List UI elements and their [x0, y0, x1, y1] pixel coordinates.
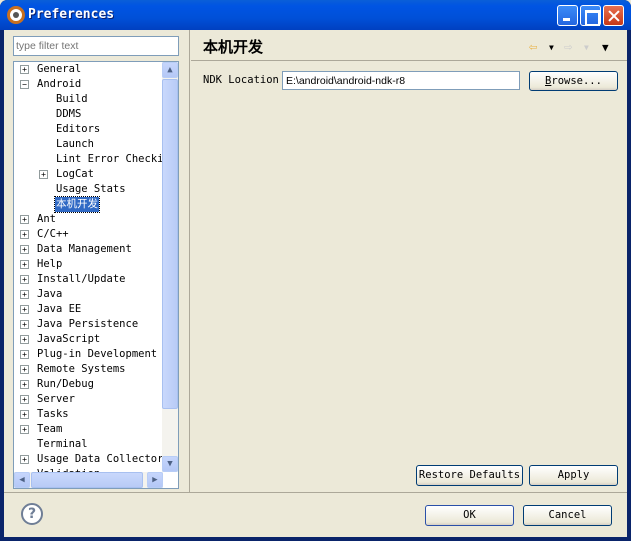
preferences-tree: Validation+Usage Data CollectorTerminal+… — [13, 61, 179, 489]
tree-item-label: Install/Update — [37, 273, 126, 285]
tree-item-label: Build — [56, 93, 88, 105]
tree-item-label: 本机开发 — [54, 196, 100, 213]
scroll-up-button[interactable]: ▲ — [162, 62, 178, 78]
window-title: Preferences — [28, 7, 115, 22]
tree-item-label: Launch — [56, 138, 94, 150]
dialog-client: Validation+Usage Data CollectorTerminal+… — [4, 30, 627, 537]
title-bar[interactable]: Preferences — [0, 0, 631, 30]
cancel-button[interactable]: Cancel — [523, 505, 612, 526]
tree-item-label: C/C++ — [37, 228, 69, 240]
expand-icon[interactable]: + — [20, 365, 29, 374]
ok-label: OK — [463, 509, 476, 521]
tree-item-label: Usage Data Collector — [37, 453, 164, 465]
scroll-down-button[interactable]: ▼ — [162, 456, 178, 472]
apply-label: Apply — [557, 469, 590, 481]
tree-item-label: Editors — [56, 123, 101, 135]
title-divider — [191, 60, 627, 61]
ndk-location-input[interactable] — [282, 71, 520, 90]
tree-vertical-scrollbar[interactable]: ▲ ▼ — [162, 62, 178, 472]
forward-dropdown-icon[interactable]: ▼ — [584, 43, 589, 52]
tree-item-label: Java EE — [37, 303, 82, 315]
expand-icon[interactable]: + — [39, 170, 48, 179]
preferences-gear-icon — [7, 6, 25, 24]
preferences-window: Preferences Validation+Usage Data Collec… — [0, 0, 631, 541]
collapse-icon[interactable]: − — [20, 80, 29, 89]
restore-defaults-button[interactable]: Restore Defaults — [416, 465, 523, 486]
tree-item-label: Data Management — [37, 243, 132, 255]
help-icon[interactable]: ? — [21, 503, 43, 525]
expand-icon[interactable]: + — [20, 350, 29, 359]
tree-item-label: Java — [37, 288, 63, 300]
horizontal-scroll-thumb[interactable] — [31, 472, 143, 488]
scroll-left-button[interactable]: ◀ — [14, 472, 30, 488]
expand-icon[interactable]: + — [20, 380, 29, 389]
browse-button[interactable]: Browse... — [529, 71, 618, 91]
scroll-right-button[interactable]: ▶ — [147, 472, 163, 488]
view-menu-icon[interactable]: ▼ — [602, 41, 609, 54]
expand-icon[interactable]: + — [20, 290, 29, 299]
tree-item-label: Remote Systems — [37, 363, 126, 375]
tree-item-label: Help — [37, 258, 63, 270]
minimize-button[interactable] — [557, 5, 578, 26]
browse-label: rowse... — [551, 75, 602, 87]
tree-item-label: Team — [37, 423, 63, 435]
expand-icon[interactable]: + — [20, 335, 29, 344]
tree-item-label: Terminal — [37, 438, 88, 450]
expand-icon[interactable]: + — [20, 395, 29, 404]
back-arrow-icon[interactable]: ⇦ — [529, 39, 537, 55]
tree-item-label: DDMS — [56, 108, 82, 120]
maximize-button[interactable] — [580, 5, 601, 26]
close-button[interactable] — [603, 5, 624, 26]
expand-icon[interactable]: + — [20, 65, 29, 74]
expand-icon[interactable]: + — [20, 410, 29, 419]
tree-item-label: Tasks — [37, 408, 69, 420]
tree-item-label: LogCat — [56, 168, 94, 180]
vertical-scroll-thumb[interactable] — [162, 79, 178, 409]
tree-item-label: Usage Stats — [56, 183, 126, 195]
tree-item-label: Ant — [37, 213, 56, 225]
right-pane: 本机开发 ⇦ ▼ ⇨ ▼ ▼ NDK Location Browse... Re… — [191, 30, 627, 492]
restore-defaults-label: Restore Defaults — [418, 469, 521, 481]
expand-icon[interactable]: + — [20, 455, 29, 464]
filter-input[interactable] — [13, 36, 179, 56]
cancel-label: Cancel — [548, 509, 587, 521]
tree-item-label: Android — [37, 78, 82, 90]
back-dropdown-icon[interactable]: ▼ — [549, 43, 554, 52]
expand-icon[interactable]: + — [20, 245, 29, 254]
footer-divider — [4, 492, 627, 493]
left-pane: Validation+Usage Data CollectorTerminal+… — [4, 30, 190, 492]
tree-horizontal-scrollbar[interactable]: ◀ ▶ — [14, 472, 163, 488]
expand-icon[interactable]: + — [20, 320, 29, 329]
page-title: 本机开发 — [203, 38, 264, 56]
ok-button[interactable]: OK — [425, 505, 514, 526]
tree-item-label: JavaScript — [37, 333, 101, 345]
expand-icon[interactable]: + — [20, 230, 29, 239]
tree-item-label: Java Persistence — [37, 318, 139, 330]
expand-icon[interactable]: + — [20, 275, 29, 284]
tree-item-label: General — [37, 63, 82, 75]
ndk-location-label: NDK Location — [203, 74, 279, 86]
apply-button[interactable]: Apply — [529, 465, 618, 486]
forward-arrow-icon[interactable]: ⇨ — [564, 39, 572, 55]
tree-item-label: Lint Error Checkir — [56, 153, 170, 165]
tree-item-label: Server — [37, 393, 75, 405]
expand-icon[interactable]: + — [20, 425, 29, 434]
tree-item-label: Plug-in Development — [37, 348, 158, 360]
expand-icon[interactable]: + — [20, 260, 29, 269]
tree-item-label: Run/Debug — [37, 378, 94, 390]
expand-icon[interactable]: + — [20, 215, 29, 224]
expand-icon[interactable]: + — [20, 305, 29, 314]
